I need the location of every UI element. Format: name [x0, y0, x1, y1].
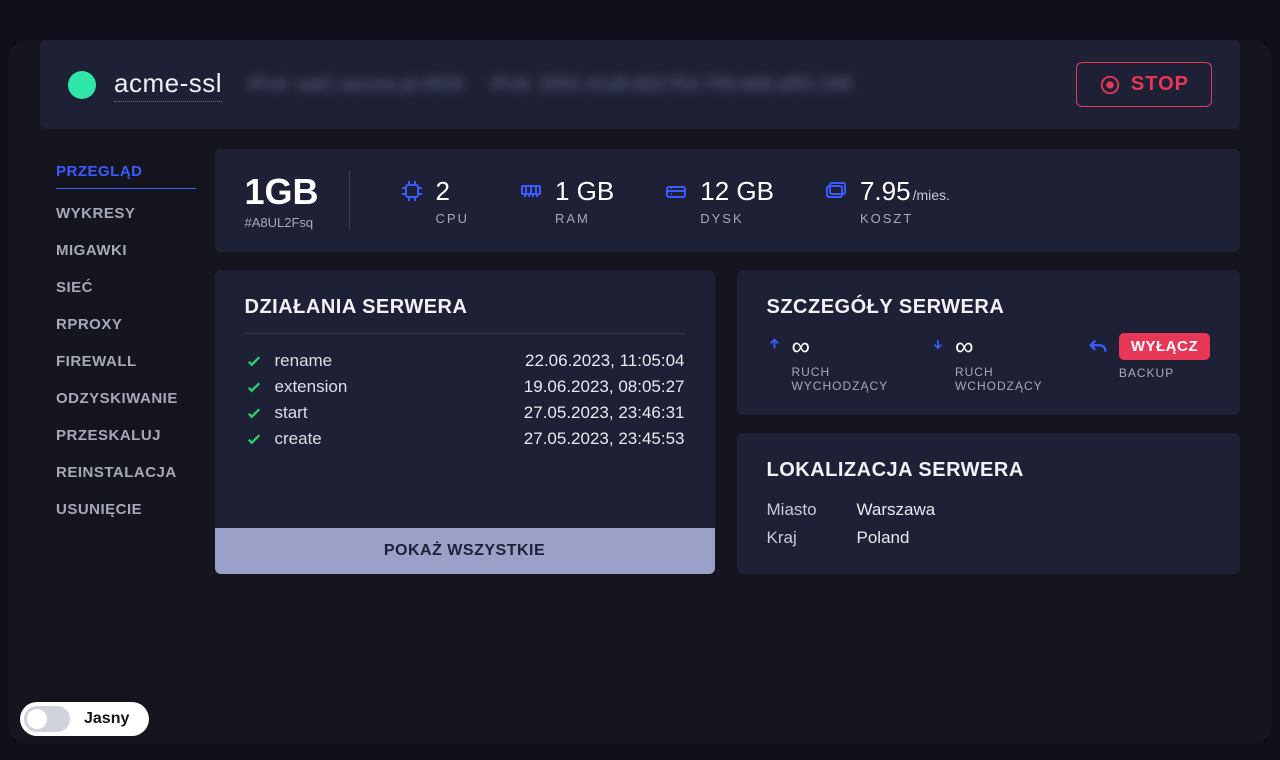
- traffic-in: ∞ RUCH WCHODZĄCY: [931, 333, 1047, 393]
- arrow-up-icon: [767, 335, 782, 353]
- stop-icon: [1099, 74, 1121, 96]
- location-city-value: Warszawa: [857, 500, 936, 520]
- disk-icon: [664, 179, 688, 203]
- server-actions-title: DZIAŁANIA SERWERA: [245, 296, 685, 319]
- undo-icon: [1087, 337, 1109, 359]
- traffic-in-label: RUCH WCHODZĄCY: [955, 365, 1047, 393]
- backup-toggle-button[interactable]: WYŁĄCZ: [1119, 333, 1210, 360]
- server-details-card: SZCZEGÓŁY SERWERA ∞ RUCH WYCHODZĄCY: [737, 270, 1241, 415]
- cost-icon: [824, 179, 848, 203]
- check-icon: [245, 404, 263, 422]
- spec-plan: 1GB #A8UL2Fsq: [245, 171, 350, 230]
- cpu-icon: [400, 179, 424, 203]
- ram-value: 1 GB: [555, 176, 614, 207]
- specs-panel: 1GB #A8UL2Fsq 2 CPU 1 GB RAM: [215, 149, 1241, 252]
- sidebar-item-firewall[interactable]: FIREWALL: [56, 343, 215, 380]
- disk-label: DYSK: [700, 211, 774, 226]
- action-name: rename: [275, 351, 333, 371]
- spec-cost: 7.95/mies. KOSZT: [824, 176, 950, 226]
- disk-value: 12 GB: [700, 176, 774, 207]
- location-city-row: Miasto Warszawa: [767, 496, 1211, 524]
- ipv6-address: IPv6: 2001:41d0:602:f54:700:dd6:af91:246: [491, 74, 852, 95]
- theme-label: Jasny: [84, 710, 129, 728]
- cpu-label: CPU: [436, 211, 469, 226]
- ram-icon: [519, 179, 543, 203]
- action-name: extension: [275, 377, 348, 397]
- toggle-track-icon: [24, 706, 70, 732]
- theme-toggle[interactable]: Jasny: [20, 702, 149, 736]
- location-country-row: Kraj Poland: [767, 524, 1211, 552]
- sidebar-item-snapshots[interactable]: MIGAWKI: [56, 232, 215, 269]
- action-row: create 27.05.2023, 23:45:53: [245, 426, 685, 452]
- location-city-key: Miasto: [767, 500, 827, 520]
- arrow-down-icon: [931, 335, 945, 353]
- cpu-value: 2: [436, 176, 450, 207]
- server-actions-card: DZIAŁANIA SERWERA rename 22.06.2023, 11:…: [215, 270, 715, 574]
- check-icon: [245, 352, 263, 370]
- plan-id: #A8UL2Fsq: [245, 215, 319, 230]
- status-indicator-icon: [68, 71, 96, 99]
- divider: [245, 333, 685, 334]
- sidebar-item-delete[interactable]: USUNIĘCIE: [56, 491, 215, 528]
- server-location-card: LOKALIZACJA SERWERA Miasto Warszawa Kraj…: [737, 433, 1241, 574]
- action-time: 27.05.2023, 23:45:53: [524, 429, 685, 449]
- sidebar-item-rproxy[interactable]: RPROXY: [56, 306, 215, 343]
- sidebar-item-reinstall[interactable]: REINSTALACJA: [56, 454, 215, 491]
- sidebar-item-recovery[interactable]: ODZYSKIWANIE: [56, 380, 215, 417]
- sidebar-item-network[interactable]: SIEĆ: [56, 269, 215, 306]
- sidebar: PRZEGLĄD WYKRESY MIGAWKI SIEĆ RPROXY FIR…: [8, 149, 215, 574]
- action-row: extension 19.06.2023, 08:05:27: [245, 374, 685, 400]
- traffic-out-label: RUCH WYCHODZĄCY: [791, 365, 891, 393]
- action-row: start 27.05.2023, 23:46:31: [245, 400, 685, 426]
- backup-label: BACKUP: [1119, 366, 1210, 380]
- traffic-out: ∞ RUCH WYCHODZĄCY: [767, 333, 892, 393]
- show-all-button[interactable]: POKAŻ WSZYSTKIE: [215, 528, 715, 574]
- server-details-title: SZCZEGÓŁY SERWERA: [767, 296, 1211, 319]
- spec-disk: 12 GB DYSK: [664, 176, 774, 226]
- spec-cpu: 2 CPU: [400, 176, 469, 226]
- traffic-out-value: ∞: [791, 333, 891, 359]
- cost-label: KOSZT: [860, 211, 950, 226]
- stop-button-label: STOP: [1131, 73, 1189, 96]
- backup-block: WYŁĄCZ BACKUP: [1087, 333, 1210, 380]
- sidebar-item-overview[interactable]: PRZEGLĄD: [56, 153, 196, 189]
- sidebar-item-charts[interactable]: WYKRESY: [56, 195, 215, 232]
- server-location-title: LOKALIZACJA SERWERA: [767, 459, 1211, 482]
- stop-button[interactable]: STOP: [1076, 62, 1212, 107]
- spec-ram: 1 GB RAM: [519, 176, 614, 226]
- ram-label: RAM: [555, 211, 614, 226]
- action-time: 19.06.2023, 08:05:27: [524, 377, 685, 397]
- action-row: rename 22.06.2023, 11:05:04: [245, 348, 685, 374]
- action-time: 27.05.2023, 23:46:31: [524, 403, 685, 423]
- cost-value: 7.95/mies.: [860, 176, 950, 207]
- sidebar-item-rescale[interactable]: PRZESKALUJ: [56, 417, 215, 454]
- server-name[interactable]: acme-ssl: [114, 68, 222, 102]
- action-name: create: [275, 429, 322, 449]
- ipv4-address: IPv4: nat1.secure.pl:4932: [248, 74, 465, 95]
- action-name: start: [275, 403, 308, 423]
- check-icon: [245, 378, 263, 396]
- plan-name: 1GB: [245, 171, 319, 213]
- location-country-key: Kraj: [767, 528, 827, 548]
- check-icon: [245, 430, 263, 448]
- action-time: 22.06.2023, 11:05:04: [525, 351, 684, 371]
- traffic-in-value: ∞: [955, 333, 1047, 359]
- server-header: acme-ssl IPv4: nat1.secure.pl:4932 IPv6:…: [40, 40, 1240, 129]
- location-country-value: Poland: [857, 528, 910, 548]
